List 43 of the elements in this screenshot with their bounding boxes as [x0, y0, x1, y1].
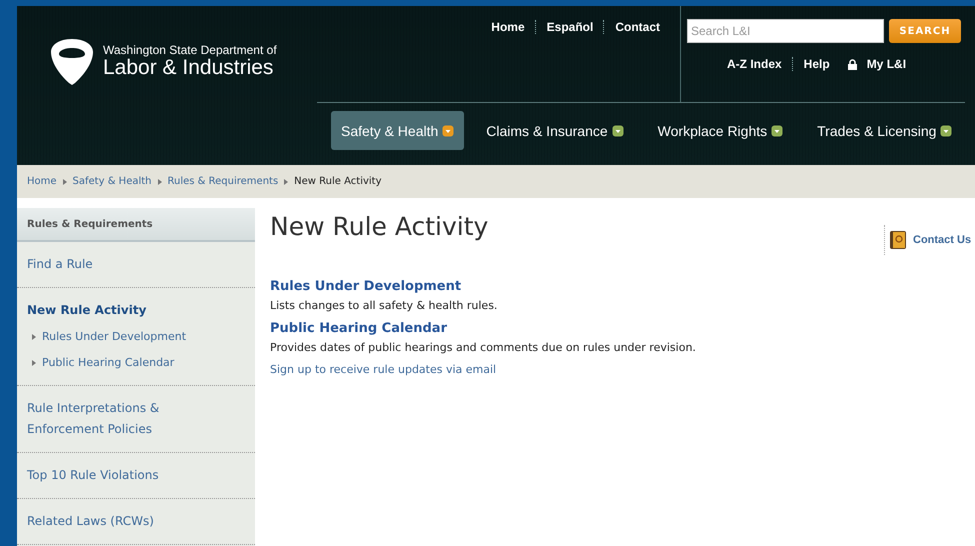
- section-link[interactable]: Rules Under Development: [270, 279, 462, 294]
- signup-link[interactable]: Sign up to receive rule updates via email: [270, 363, 496, 376]
- address-book-icon: [890, 231, 906, 249]
- page-title: New Rule Activity: [270, 212, 490, 241]
- sidebar-subitem[interactable]: Rules Under Development: [27, 327, 245, 347]
- dropdown-icon: [612, 124, 624, 136]
- bullet-icon: [62, 178, 67, 184]
- breadcrumb-link[interactable]: Home: [27, 176, 57, 187]
- search-field[interactable]: Search L&I: [687, 19, 884, 43]
- sidebar-item[interactable]: Related Laws (RCWs): [27, 511, 197, 532]
- breadcrumb-link[interactable]: Rules & Requirements: [168, 176, 278, 187]
- sidebar-subitem[interactable]: Public Hearing Calendar: [27, 353, 245, 373]
- utility-link[interactable]: Help: [804, 57, 830, 71]
- dropdown-icon: [940, 124, 952, 136]
- utility-link[interactable]: My L&I: [866, 57, 906, 71]
- bullet-icon: [284, 178, 288, 184]
- section-link[interactable]: Public Hearing Calendar: [270, 321, 447, 336]
- section-description: Provides dates of public hearings and comments due on rules under revision.: [270, 341, 697, 354]
- contact-link[interactable]: Contact Us: [913, 234, 972, 246]
- top-link[interactable]: Contact: [615, 20, 660, 34]
- nav-tab[interactable]: Trades & Licensing: [807, 111, 962, 150]
- utility-link[interactable]: A-Z Index: [727, 57, 782, 71]
- lock-icon: [848, 58, 857, 70]
- nav-tab[interactable]: Workplace Rights: [648, 111, 794, 150]
- section-description: Lists changes to all safety & health rules.: [270, 299, 498, 312]
- bullet-icon: [158, 178, 162, 184]
- sidebar-item[interactable]: Top 10 Rule Violations: [27, 465, 197, 486]
- sidebar-title: Rules & Requirements: [17, 208, 255, 242]
- bullet-icon: [32, 360, 36, 366]
- breadcrumb-link[interactable]: Safety & Health: [72, 176, 152, 187]
- logo-subtitle: Washington State Department of: [103, 42, 277, 56]
- breadcrumb-link[interactable]: New Rule Activity: [294, 176, 382, 187]
- logo-title: Labor & Industries: [103, 56, 274, 78]
- nav-tab[interactable]: Safety & Health: [331, 111, 464, 150]
- top-link[interactable]: Home: [491, 20, 525, 34]
- top-link[interactable]: Español: [546, 20, 594, 34]
- sidebar-item[interactable]: Find a Rule: [27, 254, 197, 275]
- nav-tab[interactable]: Claims & Insurance: [476, 111, 634, 150]
- dropdown-icon: [771, 124, 784, 136]
- sidebar-item[interactable]: New Rule Activity: [27, 300, 197, 321]
- dropdown-icon: [442, 124, 454, 136]
- sidebar-item[interactable]: Rule Interpretations & Enforcement Policies: [27, 398, 197, 440]
- bullet-icon: [32, 334, 36, 340]
